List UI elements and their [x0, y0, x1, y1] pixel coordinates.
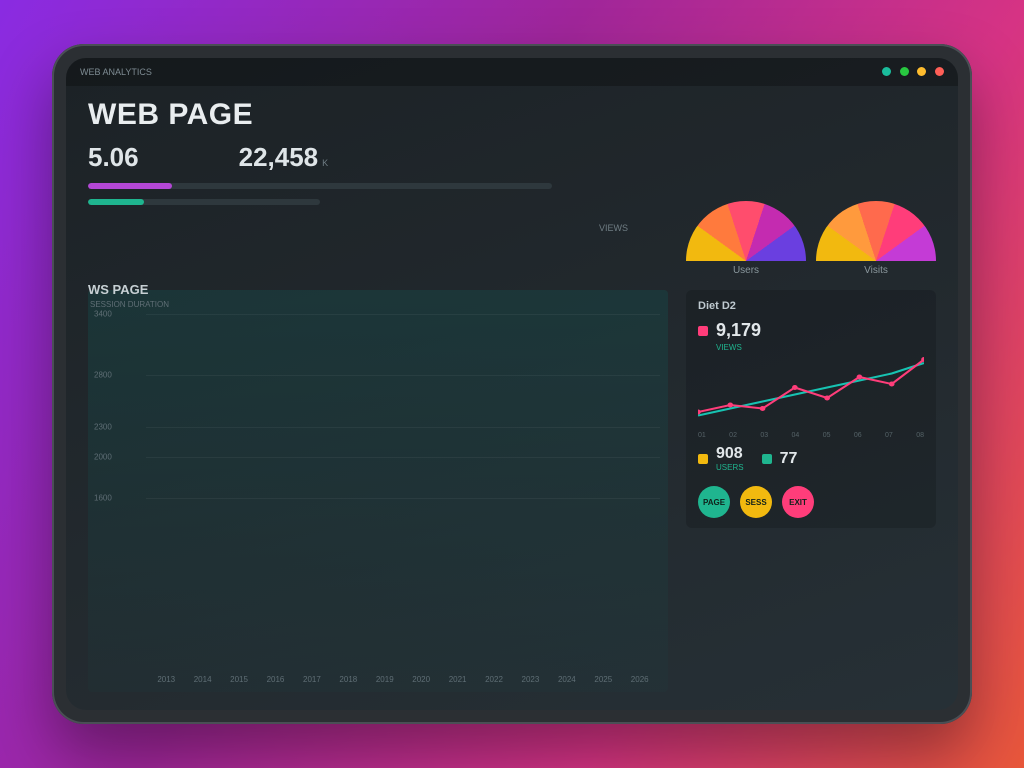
app-label: WEB ANALYTICS	[80, 67, 152, 77]
y-tick-label: 2800	[94, 371, 112, 380]
side-panel: Diet D2 9,179 VIEWS 0102030405060708	[686, 290, 936, 692]
tablet-frame: WEB ANALYTICS WEB PAGE 5.06 22,458K	[52, 44, 972, 724]
chip-button[interactable]: EXIT	[782, 486, 814, 518]
x-tick-label: 2025	[585, 675, 621, 684]
window-topbar: WEB ANALYTICS	[66, 58, 958, 86]
x-tick-label: 2026	[621, 675, 657, 684]
side-card: Diet D2 9,179 VIEWS 0102030405060708	[686, 290, 936, 528]
gauge: Users	[686, 201, 806, 276]
y-tick-label: 2300	[94, 422, 112, 431]
traffic-light-icon[interactable]	[882, 67, 891, 76]
sparkline-xaxis: 0102030405060708	[698, 432, 924, 439]
x-tick-label: 2013	[148, 675, 184, 684]
kpi-b-value: 22,458	[239, 142, 319, 172]
x-tick-label: 2022	[476, 675, 512, 684]
swatch-icon	[698, 326, 708, 336]
bar-chart-subtitle: SESSION DURATION	[90, 300, 169, 309]
x-tick-label: 2023	[512, 675, 548, 684]
kpi-small-label: VIEWS	[599, 223, 628, 233]
window-controls	[876, 67, 944, 78]
chip-button[interactable]: PAGE	[698, 486, 730, 518]
x-tick-label: 2016	[257, 675, 293, 684]
kpi-a: 5.06	[88, 142, 139, 173]
bar-chart-title: WS PAGE	[88, 282, 148, 297]
x-tick-label: 2019	[367, 675, 403, 684]
bar-chart: WS PAGE SESSION DURATION 201320142015201…	[88, 290, 668, 692]
progress-a	[88, 183, 552, 189]
kpi-a-value: 5.06	[88, 142, 139, 172]
metric-c: 77	[762, 445, 798, 472]
chip-button[interactable]: SESS	[740, 486, 772, 518]
gauge: Visits	[816, 201, 936, 276]
x-tick-label: 2018	[330, 675, 366, 684]
progress-b-fill	[88, 199, 144, 205]
x-tick-label: 2015	[221, 675, 257, 684]
kpi-b-suffix: K	[322, 158, 328, 168]
metric-b-tag: USERS	[716, 463, 744, 472]
metric-a-value: 9,179	[716, 320, 761, 341]
y-tick-label: 2000	[94, 453, 112, 462]
sparkline-chart	[698, 356, 924, 426]
bar-chart-bars	[148, 314, 658, 662]
traffic-light-icon[interactable]	[900, 67, 909, 76]
metric-c-value: 77	[780, 450, 798, 468]
side-card-title: Diet D2	[698, 300, 924, 312]
y-tick-label: 3400	[94, 310, 112, 319]
gauges-row: Users Visits	[686, 96, 936, 276]
gauge-label: Visits	[816, 265, 936, 276]
x-tick-label: 2020	[403, 675, 439, 684]
metric-a-tag: VIEWS	[716, 343, 742, 352]
kpi-b: 22,458K	[239, 142, 329, 173]
traffic-light-icon[interactable]	[917, 67, 926, 76]
y-tick-label: 1600	[94, 494, 112, 503]
header-block: WEB PAGE 5.06 22,458K VIEWS	[88, 96, 668, 276]
chip-row: PAGE SESS EXIT	[698, 486, 924, 518]
metric-a: 9,179	[698, 320, 924, 341]
x-tick-label: 2024	[549, 675, 585, 684]
x-tick-label: 2021	[439, 675, 475, 684]
page-title: WEB PAGE	[88, 98, 668, 132]
gauge-label: Users	[686, 265, 806, 276]
traffic-light-icon[interactable]	[935, 67, 944, 76]
bar-chart-xaxis: 2013201420152016201720182019202020212022…	[148, 675, 658, 684]
swatch-icon	[698, 454, 708, 464]
screen: WEB ANALYTICS WEB PAGE 5.06 22,458K	[66, 58, 958, 710]
x-tick-label: 2014	[184, 675, 220, 684]
swatch-icon	[762, 454, 772, 464]
progress-a-fill	[88, 183, 172, 189]
metric-b-value: 908	[716, 445, 744, 463]
metric-b: 908 USERS	[698, 445, 744, 472]
x-tick-label: 2017	[294, 675, 330, 684]
progress-b	[88, 199, 320, 205]
